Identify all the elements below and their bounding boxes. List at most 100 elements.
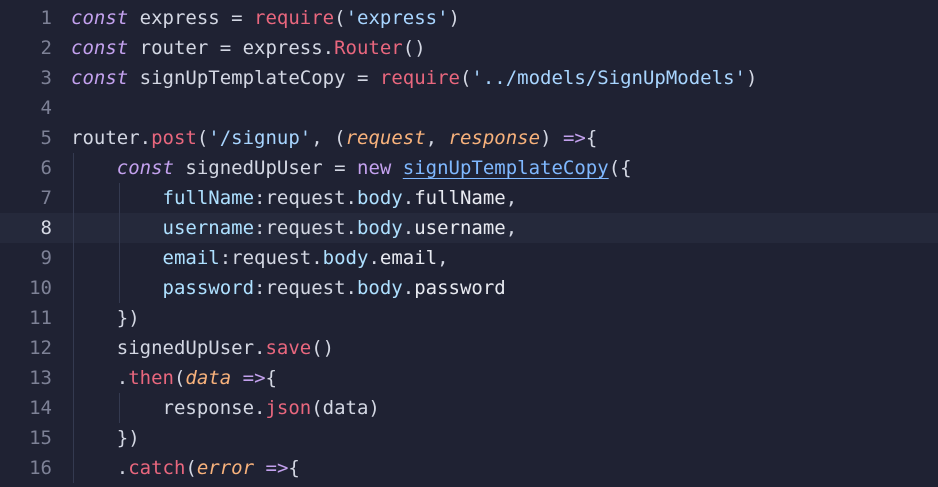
code-text: }) — [71, 423, 140, 453]
code-token: error — [196, 457, 255, 479]
code-line[interactable]: 2 const router = express.Router() — [0, 33, 938, 63]
line-number: 11 — [29, 307, 52, 329]
code-token: signUpTemplateCopy — [402, 157, 609, 179]
code-text: const router = express.Router() — [71, 33, 426, 63]
code-token: , — [505, 217, 518, 239]
code-token: email — [162, 247, 220, 269]
code-line[interactable]: 13 .then(data =>{ — [0, 363, 938, 393]
code-token: password — [162, 277, 255, 299]
code-text: const signedUpUser = new signUpTemplateC… — [71, 153, 632, 183]
code-text: .then(data =>{ — [71, 363, 277, 393]
code-token: data — [185, 367, 232, 389]
code-token: const — [71, 37, 129, 59]
code-token: . — [402, 217, 415, 239]
code-line[interactable]: 7 fullName:request.body.fullName, — [0, 183, 938, 213]
code-token: username — [414, 217, 506, 239]
code-token: require — [254, 7, 335, 29]
code-line[interactable]: 12 signedUpUser.save() — [0, 333, 938, 363]
code-token: . — [71, 367, 129, 389]
code-line[interactable]: 6 const signedUpUser = new signUpTemplat… — [0, 153, 938, 183]
code-text: }) — [71, 303, 140, 333]
code-token: , — [425, 127, 449, 149]
code-token: router = express. — [128, 37, 335, 59]
code-token: ( — [459, 67, 472, 89]
code-token: const — [71, 7, 129, 29]
code-token: { — [265, 367, 277, 389]
code-token: }) — [71, 427, 140, 449]
code-token: save — [265, 337, 312, 359]
line-number: 2 — [40, 37, 52, 59]
line-number: 15 — [29, 427, 52, 449]
code-token: body — [356, 187, 403, 209]
code-text: const signUpTemplateCopy = require('../m… — [71, 63, 757, 93]
code-token: then — [128, 367, 174, 389]
line-number: 12 — [29, 337, 52, 359]
code-line[interactable]: 1 const express = require('express') — [0, 3, 938, 33]
code-line[interactable]: 5 router.post('/signup', (request, respon… — [0, 123, 938, 153]
code-token: express = — [128, 7, 255, 29]
code-token: () — [311, 337, 335, 359]
code-token: => — [265, 457, 289, 479]
code-line[interactable]: 10 password:request.body.password — [0, 273, 938, 303]
code-line[interactable]: 15 }) — [0, 423, 938, 453]
code-token: post — [151, 127, 197, 149]
code-line[interactable]: 11 }) — [0, 303, 938, 333]
code-token: ( — [196, 127, 209, 149]
line-number: 10 — [29, 277, 52, 299]
code-token: catch — [128, 457, 186, 479]
code-token: . — [71, 457, 129, 479]
code-token: ({ — [608, 157, 632, 179]
code-token: }) — [71, 307, 140, 329]
line-number: 13 — [29, 367, 52, 389]
code-editor[interactable]: 1 const express = require('express') 2 cons… — [0, 0, 938, 487]
code-token: password — [414, 277, 506, 299]
code-line[interactable]: 8 username:request.body.username, — [0, 213, 938, 243]
code-token: signUpTemplateCopy = — [128, 67, 380, 89]
line-number: 6 — [40, 157, 52, 179]
code-token: ( — [185, 457, 197, 479]
code-token: :request. — [254, 277, 357, 299]
code-token: :request. — [254, 217, 357, 239]
code-token: , ( — [311, 127, 346, 149]
code-line[interactable]: 14 response.json(data) — [0, 393, 938, 423]
code-token: (data) — [311, 397, 380, 419]
code-token: :request. — [254, 187, 357, 209]
code-text: signedUpUser.save() — [71, 333, 334, 363]
line-number: 8 — [40, 217, 52, 239]
code-text: response.json(data) — [71, 393, 380, 423]
code-token: new — [357, 157, 392, 179]
code-token: fullName — [414, 187, 506, 209]
code-text: .catch(error =>{ — [71, 453, 300, 483]
code-token: ) — [540, 127, 563, 149]
code-text: fullName:request.body.fullName, — [71, 183, 518, 213]
code-text: router.post('/signup', (request, respons… — [71, 123, 597, 153]
code-token: fullName — [162, 187, 255, 209]
code-token: , — [437, 247, 449, 269]
code-line[interactable]: 3 const signUpTemplateCopy = require('../… — [0, 63, 938, 93]
code-token: '/signup' — [208, 127, 312, 149]
code-text: const express = require('express') — [71, 3, 460, 33]
code-line[interactable]: 4 — [0, 93, 938, 123]
line-number: 4 — [40, 97, 52, 119]
code-token: 'express' — [345, 7, 449, 29]
code-line[interactable]: 9 email:request.body.email, — [0, 243, 938, 273]
code-text: password:request.body.password — [71, 273, 506, 303]
code-line[interactable]: 16 .catch(error =>{ — [0, 453, 938, 483]
code-token: '../models/SignUpModels' — [471, 67, 746, 89]
code-token: require — [379, 67, 460, 89]
line-number: 14 — [29, 397, 52, 419]
code-token: ( — [334, 7, 346, 29]
code-text: email:request.body.email, — [71, 243, 449, 273]
code-token: () — [402, 37, 426, 59]
code-token: . — [368, 247, 380, 269]
code-token: email — [379, 247, 438, 269]
line-number: 3 — [40, 67, 52, 89]
code-token: body — [356, 277, 403, 299]
code-token: response. — [71, 397, 266, 419]
code-token: body — [322, 247, 369, 269]
